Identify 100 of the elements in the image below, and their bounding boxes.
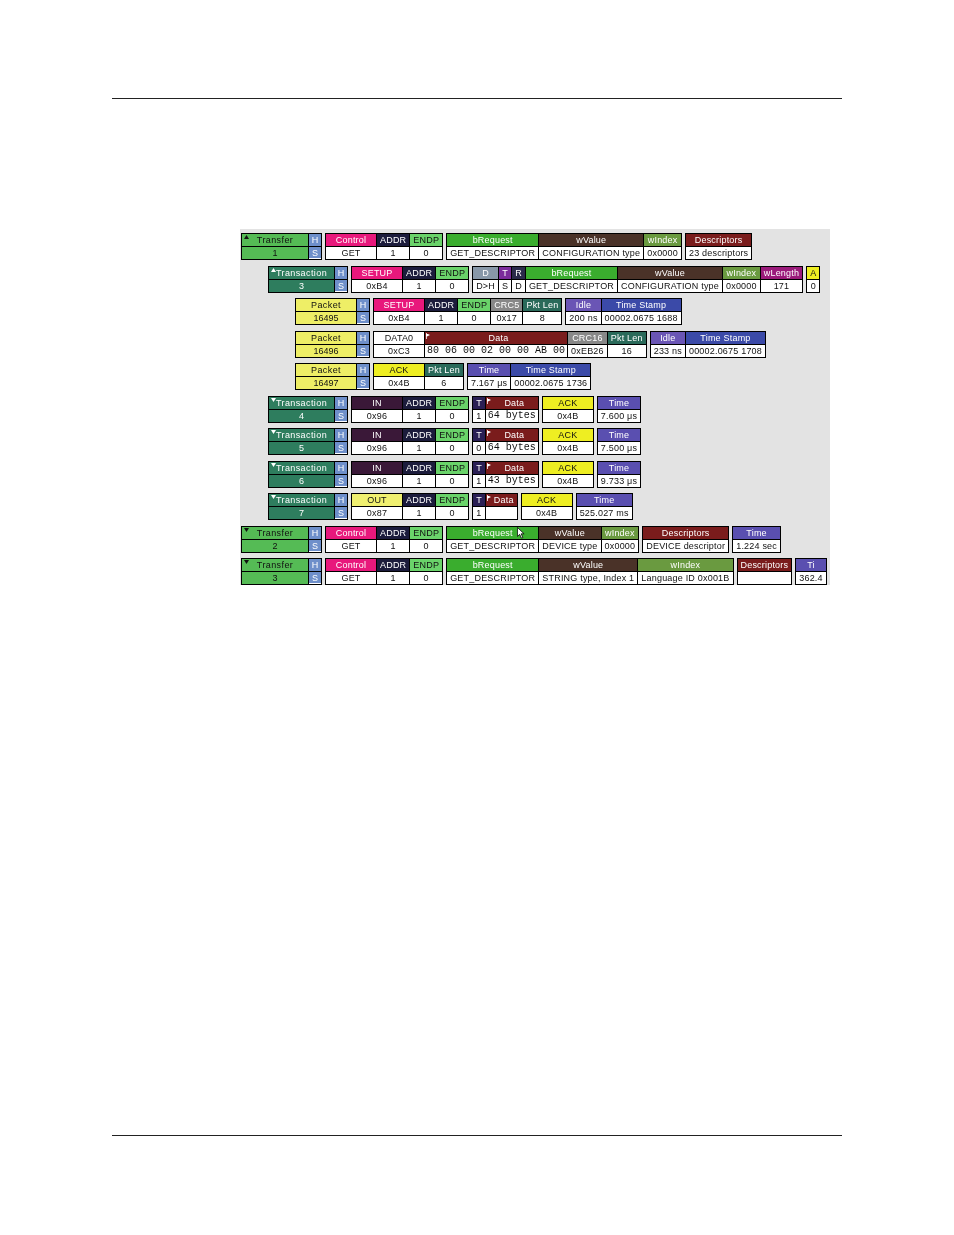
field-header: ENDP — [410, 559, 443, 571]
field-header: wIndex — [644, 234, 681, 246]
field-value: 1 — [403, 441, 436, 454]
field-header: CRC5 — [491, 299, 523, 311]
field-value: 0 — [436, 441, 469, 454]
field-header: ADDR — [377, 234, 410, 246]
field-value: 0 — [436, 506, 469, 519]
field-header: wLength — [760, 266, 803, 279]
field-value: 0x4B — [374, 376, 424, 389]
field-value: 1 — [473, 506, 485, 519]
toggle-button[interactable]: S — [335, 441, 347, 453]
field-header: Pkt Len — [523, 299, 562, 311]
record-title: Transaction — [275, 461, 328, 474]
toggle-button[interactable]: H — [335, 461, 347, 474]
flag-icon[interactable] — [486, 462, 491, 469]
flag-icon[interactable] — [486, 495, 491, 501]
field-value: 362.4 — [796, 571, 826, 584]
field-value: 0xB4 — [374, 311, 424, 324]
field-header: wValue — [618, 266, 722, 279]
toggle-button[interactable]: H — [309, 234, 321, 246]
toggle-button[interactable]: H — [335, 396, 347, 409]
caret-icon[interactable] — [244, 527, 249, 532]
caret-icon[interactable] — [271, 397, 276, 402]
field-title: Data — [493, 494, 514, 506]
field-header: Pkt Len — [425, 364, 463, 376]
caret-icon[interactable] — [271, 462, 276, 467]
flag-icon[interactable] — [426, 332, 430, 339]
toggle-button[interactable]: S — [309, 246, 321, 258]
toggle-button[interactable]: H — [309, 559, 321, 571]
field-title: Data — [488, 331, 509, 344]
field-header: wValue — [539, 559, 638, 571]
field-header: Time — [733, 526, 780, 539]
field-header: T — [473, 429, 485, 441]
toggle-button[interactable]: H — [357, 331, 369, 344]
record-title: Transaction — [275, 396, 328, 409]
field-value: 64 bytes — [485, 441, 538, 454]
record-number: 5 — [269, 441, 334, 454]
toggle-button[interactable]: H — [309, 526, 321, 539]
field-value: 0x17 — [491, 311, 523, 324]
field-header: SETUP — [374, 299, 424, 311]
field-header: ENDP — [410, 526, 443, 539]
record-title: Transaction — [275, 429, 328, 441]
record-title: Transaction — [275, 266, 328, 279]
field-value: 7.500 μs — [597, 441, 641, 454]
field-header: ACK — [521, 494, 572, 506]
record-title: Packet — [311, 299, 341, 311]
record-number: 3 — [242, 571, 308, 584]
field-header: ADDR — [403, 429, 436, 441]
field-header: Ti — [796, 559, 826, 571]
field-value: 0x4B — [521, 506, 572, 519]
field-header: ENDP — [436, 461, 469, 474]
field-title: Data — [504, 396, 525, 409]
toggle-button[interactable]: H — [335, 266, 347, 279]
field-header: T — [473, 494, 485, 506]
caret-icon[interactable] — [271, 430, 276, 434]
flag-icon[interactable] — [486, 430, 491, 436]
field-header: wValue — [539, 526, 601, 539]
flag-icon[interactable] — [486, 397, 491, 404]
field-header: Idle — [650, 331, 685, 344]
field-header: ADDR — [403, 461, 436, 474]
field-value: STRING type, Index 1 — [539, 571, 638, 584]
field-header: ENDP — [410, 234, 443, 246]
caret-icon[interactable] — [271, 267, 276, 272]
field-header: ADDR — [403, 396, 436, 409]
field-header: D — [473, 266, 498, 279]
field-header: ENDP — [436, 494, 469, 506]
toggle-button[interactable]: S — [357, 376, 369, 388]
field-value: GET_DESCRIPTOR — [447, 571, 539, 584]
toggle-button[interactable]: H — [335, 494, 347, 506]
field-header: A — [807, 266, 820, 279]
toggle-button[interactable]: S — [335, 506, 347, 518]
toggle-button[interactable]: H — [357, 299, 369, 311]
caret-icon[interactable] — [271, 495, 276, 499]
field-value: 00002.0675 1736 — [511, 376, 591, 389]
field-value: 0 — [410, 571, 443, 584]
field-header: T — [473, 396, 485, 409]
field-header: Descriptors — [737, 559, 792, 571]
field-title: Data — [504, 429, 525, 441]
caret-icon[interactable] — [244, 235, 249, 239]
field-value: 0 — [410, 246, 443, 259]
toggle-button[interactable]: H — [335, 429, 347, 441]
record-title: Transfer — [256, 559, 294, 571]
field-header: Pkt Len — [607, 331, 646, 344]
field-header: ENDP — [436, 396, 469, 409]
field-header: ACK — [542, 396, 593, 409]
field-value: 23 descriptors — [685, 246, 752, 259]
toggle-button[interactable]: S — [357, 311, 369, 323]
field-header: ADDR — [377, 559, 410, 571]
toggle-button[interactable]: S — [309, 571, 321, 583]
toggle-button[interactable]: H — [357, 364, 369, 376]
record-number: 7 — [269, 506, 334, 519]
field-value: 0x4B — [542, 441, 593, 454]
field-header: ADDR — [403, 266, 436, 279]
field-value: Language ID 0x001B — [638, 571, 733, 584]
field-header: Control — [326, 526, 376, 539]
field-value: 0 — [458, 311, 491, 324]
record-title: Packet — [311, 331, 341, 344]
field-header: Time — [597, 461, 641, 474]
caret-icon[interactable] — [244, 560, 249, 564]
field-value: 6 — [425, 376, 463, 389]
